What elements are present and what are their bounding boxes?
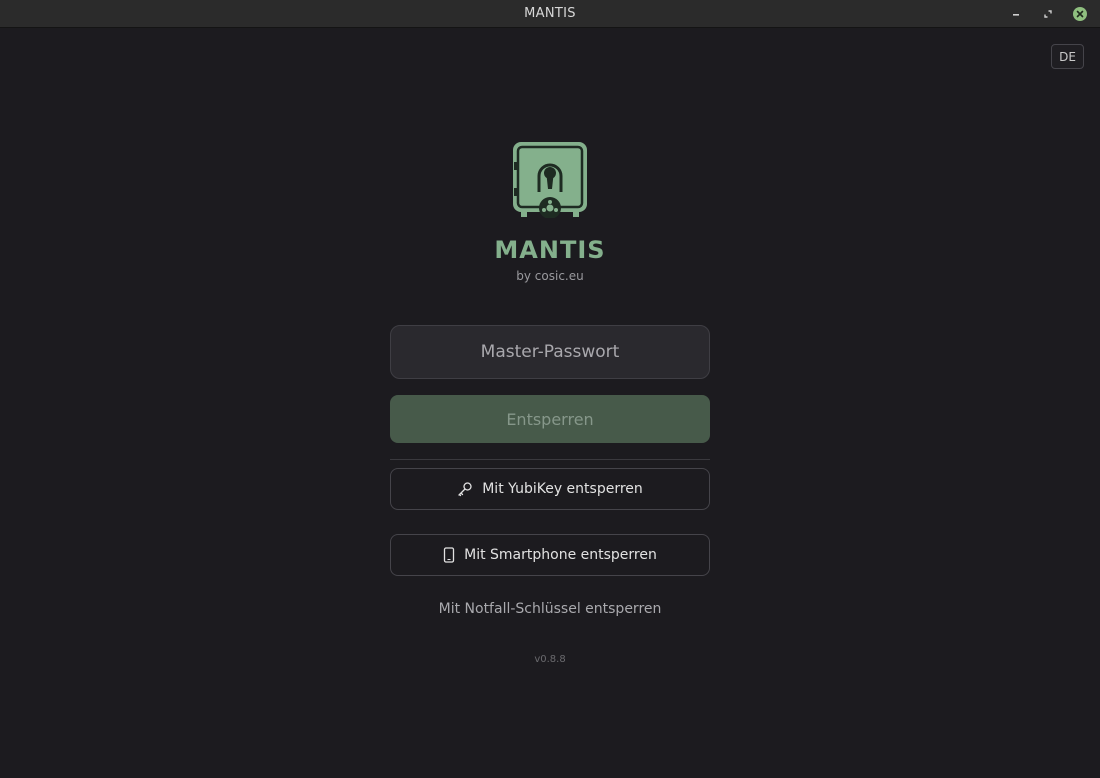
maximize-button[interactable] (1040, 6, 1056, 22)
app-name: MANTIS (494, 236, 606, 264)
close-button[interactable] (1072, 6, 1088, 22)
unlock-button[interactable]: Entsperren (390, 395, 710, 443)
minimize-icon (1013, 14, 1019, 16)
window-title: MANTIS (524, 6, 576, 21)
minimize-button[interactable] (1008, 6, 1024, 22)
divider (390, 459, 710, 460)
yubikey-unlock-label: Mit YubiKey entsperren (482, 481, 643, 497)
app-byline: by cosic.eu (516, 269, 584, 283)
maximize-icon (1044, 10, 1052, 18)
smartphone-unlock-button[interactable]: Mit Smartphone entsperren (390, 534, 710, 576)
smartphone-icon (443, 547, 455, 563)
vault-safe-keyhole-icon (513, 142, 587, 218)
yubikey-unlock-button[interactable]: Mit YubiKey entsperren (390, 468, 710, 510)
smartphone-unlock-label: Mit Smartphone entsperren (464, 547, 657, 563)
key-icon (458, 482, 472, 497)
emergency-key-unlock-link[interactable]: Mit Notfall-Schlüssel entsperren (0, 601, 1100, 617)
version-label: v0.8.8 (534, 654, 566, 665)
master-password-input[interactable] (390, 325, 710, 379)
close-icon (1076, 10, 1084, 18)
language-selector-button[interactable]: DE (1051, 44, 1084, 69)
window-titlebar: MANTIS (0, 0, 1100, 28)
